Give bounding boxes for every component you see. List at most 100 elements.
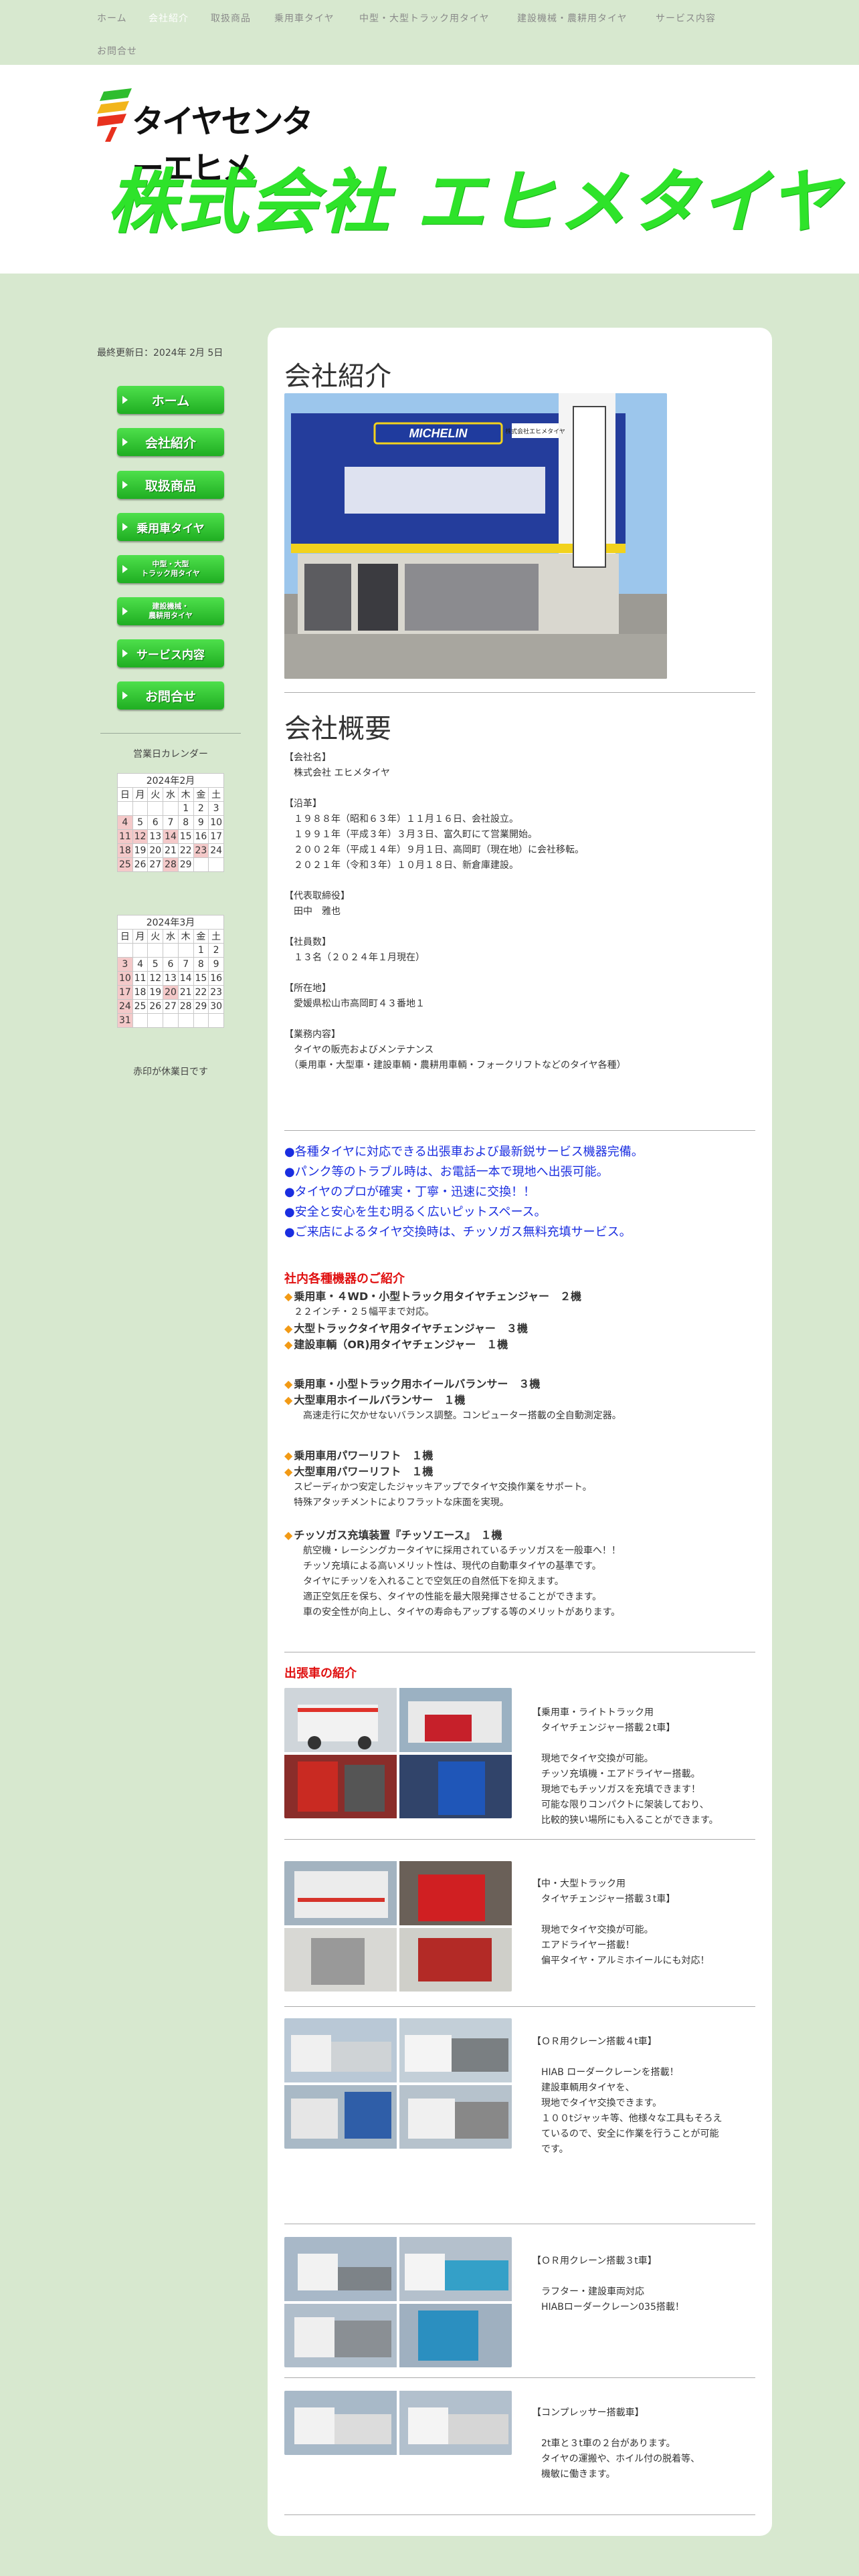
vehicles-heading: 出張車の紹介: [284, 1667, 357, 1681]
side-button-construction-tires[interactable]: 建設機械・ 農耕用タイヤ: [117, 597, 224, 625]
equipment-item: ◆ 乗用車・小型トラック用ホイールバランサー ３機: [284, 1378, 541, 1390]
side-button-services[interactable]: サービス内容: [117, 639, 224, 667]
top-navigation: ホーム 会社紹介 取扱商品 乗用車タイヤ 中型・大型トラック用タイヤ 建設機械・…: [0, 0, 859, 65]
divider: [284, 2377, 755, 2378]
calendar-day: 6: [163, 957, 179, 972]
arrow-icon: [122, 523, 128, 531]
calendar-day: 11: [132, 971, 149, 986]
calendar-day: [163, 801, 179, 816]
equipment-item: ◆ 大型車用パワーリフト １機: [284, 1465, 434, 1478]
company-name: 株式会社 エヒメタイヤ: [107, 161, 840, 243]
store-photo: MICHELIN 株式会社エヒメタイヤ: [284, 393, 667, 679]
calendar-day: [193, 857, 209, 872]
calendar-week: 10 11 12 13 14 15 16: [117, 971, 224, 986]
nav-services[interactable]: サービス内容: [656, 11, 716, 25]
diamond-icon: ◆: [284, 1394, 293, 1406]
diamond-icon: ◆: [284, 1322, 293, 1335]
site-logo[interactable]: タイヤセンターエヒメ: [97, 88, 318, 187]
vehicle-description: 【コンプレッサー搭載車】 2t車と３t車の２台があります。 タイヤの運搬や、ホイ…: [532, 2407, 700, 2480]
vehicle-photo: [284, 1688, 512, 1818]
calendar-day: 25: [117, 857, 133, 872]
side-button-contact[interactable]: お問合せ: [117, 681, 224, 710]
calendar-day: 1: [193, 943, 209, 958]
vehicle-description: 【中・大型トラック用 タイヤチェンジャー搭載３t車】 現地でタイヤ交換が可能。 …: [532, 1879, 710, 1966]
calendar-week: 18 19 20 21 22 23 24: [117, 843, 224, 858]
vehicle-description: 【ＯＲ用クレーン搭載４t車】 HIAB ローダークレーンを搭載！ 建設車輌用タイ…: [532, 2036, 723, 2155]
arrow-icon: [122, 396, 128, 404]
vehicle-description: 【乗用車・ライトトラック用 タイヤチェンジャー搭載２t車】 現地でタイヤ交換が可…: [532, 1707, 719, 1826]
calendar-day: 26: [147, 999, 164, 1014]
calendar-month: 2024年3月: [117, 915, 224, 930]
diamond-icon: ◆: [284, 1378, 293, 1390]
feature-line: ●安全と安心を生む明るく広いピットスペース。: [284, 1205, 547, 1219]
store-sign: 株式会社エヒメタイヤ: [505, 427, 565, 435]
arrow-icon: [122, 607, 128, 615]
calendar-day: 24: [208, 843, 224, 858]
calendar-week: 4 5 6 7 8 9 10: [117, 815, 224, 830]
nav-company[interactable]: 会社紹介: [149, 11, 189, 25]
calendar-day: 19: [147, 985, 164, 1000]
side-button-products[interactable]: 取扱商品: [117, 471, 224, 499]
arrow-icon: [122, 481, 128, 489]
divider: [284, 2006, 755, 2007]
calendar-day: 9: [193, 815, 209, 830]
calendar-day: 26: [132, 857, 149, 872]
feature-line: ●タイヤのプロが確実・丁寧・迅速に交換！！: [284, 1185, 536, 1199]
calendar-week: 31: [117, 1013, 224, 1028]
arrow-icon: [122, 565, 128, 573]
calendar-day: 1: [177, 801, 194, 816]
calendar-day: 23: [208, 985, 224, 1000]
equipment-detail: スピーディかつ安定したジャッキアップでタイヤ交換作業をサポート。 特殊アタッチメ…: [293, 1482, 592, 1508]
calendar-day: 28: [163, 857, 179, 872]
heading-company-overview: 会社概要: [284, 714, 391, 744]
equipment-item: ◆ チッソガス充填装置『チッソエース』 １機: [284, 1529, 502, 1541]
heading-company-intro: 会社紹介: [284, 361, 391, 392]
calendar-day: 3: [117, 957, 133, 972]
nav-truck-tires[interactable]: 中型・大型トラック用タイヤ: [359, 11, 490, 25]
calendar-day: 21: [177, 985, 194, 1000]
calendar-day: 13: [147, 829, 164, 844]
arrow-icon: [122, 691, 128, 700]
nav-contact[interactable]: お問合せ: [97, 44, 137, 58]
side-button-truck-tires[interactable]: 中型・大型 トラック用タイヤ: [117, 555, 224, 583]
nav-construction-tires[interactable]: 建設機械・農耕用タイヤ: [517, 11, 628, 25]
calendar-day: [117, 801, 133, 816]
calendar-day: 12: [132, 829, 149, 844]
calendar-day: 20: [163, 985, 179, 1000]
calendar-day: [132, 1013, 149, 1028]
calendar-day: 8: [177, 815, 194, 830]
calendar-march: 2024年3月 日月火水木金土 1 2 3 4 5 6 7 8 9 10 11 12 13 14 15 16 1…: [117, 915, 224, 1028]
equipment-item: ◆ 建設車輌（OR)用タイヤチェンジャー １機: [284, 1338, 508, 1351]
calendar-day: 22: [193, 985, 209, 1000]
calendar-day: 17: [117, 985, 133, 1000]
nav-products[interactable]: 取扱商品: [211, 11, 251, 25]
calendar-day: 15: [193, 971, 209, 986]
divider: [284, 1839, 755, 1840]
side-button-company[interactable]: 会社紹介: [117, 428, 224, 456]
calendar-day: 16: [208, 971, 224, 986]
diamond-icon: ◆: [284, 1529, 293, 1541]
calendar-day: [147, 801, 164, 816]
calendar-week: 17 18 19 20 21 22 23: [117, 985, 224, 1000]
calendar-week: 25 26 27 28 29: [117, 857, 224, 872]
calendar-day: 4: [132, 957, 149, 972]
calendar-week: 11 12 13 14 15 16 17: [117, 829, 224, 844]
michelin-sign: MICHELIN: [409, 427, 468, 440]
calendar-day: [117, 943, 133, 958]
equipment-item: ◆ 大型車用ホイールバランサー １機: [284, 1394, 466, 1406]
calendar-day: 17: [208, 829, 224, 844]
nav-passenger-tires[interactable]: 乗用車タイヤ: [274, 11, 335, 25]
side-button-home[interactable]: ホーム: [117, 386, 224, 414]
calendar-day: 15: [177, 829, 194, 844]
nav-home[interactable]: ホーム: [97, 11, 127, 25]
calendar-day: 24: [117, 999, 133, 1014]
calendar-day: 12: [147, 971, 164, 986]
calendar-day: 6: [147, 815, 164, 830]
side-button-passenger-tires[interactable]: 乗用車タイヤ: [117, 513, 224, 541]
calendar-day: [177, 943, 194, 958]
calendar-note: 赤印が休業日です: [133, 1067, 208, 1077]
calendar-day: 18: [132, 985, 149, 1000]
equipment-item: ◆ 乗用車・４WD・小型トラック用タイヤチェンジャー ２機: [284, 1290, 581, 1303]
calendar-day: 10: [208, 815, 224, 830]
calendar-day: 2: [193, 801, 209, 816]
